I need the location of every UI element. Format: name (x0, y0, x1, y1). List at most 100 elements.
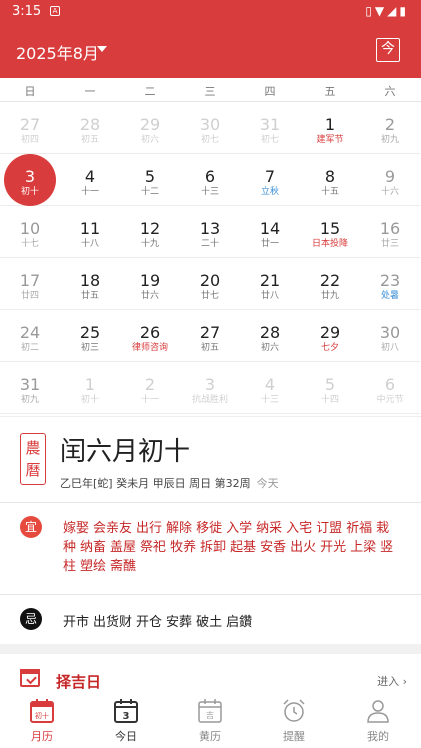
calendar-day-cell[interactable]: 16 廿三 (360, 206, 420, 258)
calendar-day-cell[interactable]: 14 廿一 (240, 206, 300, 258)
calendar-day-cell[interactable]: 20 廿七 (180, 258, 240, 310)
calendar-day-cell[interactable]: 27 初五 (180, 310, 240, 362)
calendar-day-cell[interactable]: 17 廿四 (0, 258, 60, 310)
yi-item: 开光 (320, 540, 347, 555)
lunar-day-label: 初七 (200, 135, 219, 145)
calendar-day-cell[interactable]: 7 立秋 (240, 154, 300, 206)
day-number: 8 (324, 167, 336, 186)
calendar-day-cell[interactable]: 5 十四 (300, 362, 360, 414)
lunar-day-label: 二十 (200, 239, 219, 249)
calendar-day-cell[interactable]: 10 十七 (0, 206, 60, 258)
status-bar: 3:15 A ▯▼◢▮ (0, 0, 421, 24)
festival-label: 处暑 (380, 291, 399, 301)
day-number: 30 (379, 323, 401, 342)
day-number: 9 (384, 167, 396, 186)
calendar-day-cell[interactable]: 3 抗战胜利 (180, 362, 240, 414)
day-number: 23 (379, 271, 401, 290)
tab-today[interactable]: 3 今日 (84, 694, 168, 748)
calendar-day-cell[interactable]: 25 初三 (60, 310, 120, 362)
calendar-day-cell[interactable]: 28 初五 (60, 102, 120, 154)
tab-label: 提醒 (283, 730, 305, 743)
calendar-day-cell-selected[interactable]: 3 初十 (0, 154, 60, 206)
yi-item: 牧养 (170, 540, 197, 555)
day-number: 13 (199, 219, 221, 238)
calendar-day-cell[interactable]: 13 二十 (180, 206, 240, 258)
lunar-day-label: 初三 (80, 343, 99, 353)
calendar-day-cell[interactable]: 1 建军节 (300, 102, 360, 154)
calendar-day-cell[interactable]: 12 十九 (120, 206, 180, 258)
calendar-grid: 27 初四 28 初五 29 初六 30 初七 31 初七 1 建军节 2 初九 3 初十 4 十一 5 十二 6 十三 7… (0, 102, 421, 416)
yi-badge-icon: 宜 (20, 516, 42, 538)
calendar-day-cell[interactable]: 6 十三 (180, 154, 240, 206)
day-number: 17 (19, 271, 41, 290)
calendar-day-cell[interactable]: 6 中元节 (360, 362, 420, 414)
calendar-day-cell[interactable]: 5 十二 (120, 154, 180, 206)
lunar-day-label: 廿六 (140, 291, 159, 301)
calendar-day-cell[interactable]: 30 初七 (180, 102, 240, 154)
yi-item: 出行 (136, 521, 163, 536)
month-dropdown-icon[interactable] (97, 46, 107, 52)
calendar-day-cell[interactable]: 22 廿九 (300, 258, 360, 310)
calendar-day-cell[interactable]: 29 初六 (120, 102, 180, 154)
calendar-day-cell[interactable]: 4 十三 (240, 362, 300, 414)
lunar-day-label: 廿九 (320, 291, 339, 301)
auspicious-day-entry[interactable]: 择吉日 进入 › (0, 654, 421, 694)
calendar-day-cell[interactable]: 4 十一 (60, 154, 120, 206)
tab-almanac[interactable]: 吉 黄历 (168, 694, 252, 748)
festival-label: 立秋 (260, 187, 279, 197)
almanac-icon: 吉 (198, 699, 222, 723)
lunar-seal-icon: 農曆 (20, 433, 46, 485)
calendar-day-cell[interactable]: 18 廿五 (60, 258, 120, 310)
day-number: 2 (144, 375, 156, 394)
calendar-day-cell[interactable]: 1 初十 (60, 362, 120, 414)
lunar-day-label: 初六 (140, 135, 159, 145)
yi-item: 移徙 (196, 521, 223, 536)
day-number: 21 (259, 271, 281, 290)
calendar-day-cell[interactable]: 26 律师咨询 (120, 310, 180, 362)
calendar-day-cell[interactable]: 8 十五 (300, 154, 360, 206)
calendar-day-cell[interactable]: 2 初九 (360, 102, 420, 154)
ji-item: 开仓 (136, 615, 163, 630)
status-time: 3:15 (12, 4, 42, 19)
day-number: 7 (264, 167, 276, 186)
calendar-day-cell[interactable]: 15 日本投降 (300, 206, 360, 258)
yi-item: 祭祀 (140, 540, 167, 555)
calendar-day-cell[interactable]: 31 初九 (0, 362, 60, 414)
today-label: 今天 (256, 477, 279, 490)
calendar-day-cell[interactable]: 27 初四 (0, 102, 60, 154)
calendar-day-cell[interactable]: 2 十一 (120, 362, 180, 414)
calendar-day-cell[interactable]: 30 初八 (360, 310, 420, 362)
calendar-day-cell[interactable]: 28 初六 (240, 310, 300, 362)
yi-item: 盖屋 (110, 540, 137, 555)
calendar-day-cell[interactable]: 11 十八 (60, 206, 120, 258)
yi-item: 解除 (166, 521, 193, 536)
calendar-day-cell[interactable]: 23 处暑 (360, 258, 420, 310)
festival-label: 七夕 (320, 343, 339, 353)
calendar-day-cell[interactable]: 21 廿八 (240, 258, 300, 310)
weekday-label: 五 (324, 85, 336, 98)
calendar-day-cell[interactable]: 31 初七 (240, 102, 300, 154)
alarm-clock-icon (283, 699, 305, 722)
month-title[interactable]: 2025年8月 (16, 40, 99, 64)
calendar-day-cell[interactable]: 29 七夕 (300, 310, 360, 362)
today-button[interactable]: 今 (376, 38, 400, 62)
calendar-day-cell[interactable]: 24 初二 (0, 310, 60, 362)
lunar-day-label: 十四 (320, 395, 339, 405)
tab-profile[interactable]: 我的 (336, 694, 420, 748)
lunar-day-label: 初五 (200, 343, 219, 353)
yi-item: 出火 (290, 540, 317, 555)
lunar-day-label: 十二 (140, 187, 159, 197)
zeji-title: 择吉日 (56, 673, 102, 691)
tab-reminder[interactable]: 提醒 (252, 694, 336, 748)
zeji-enter-link[interactable]: 进入 › (377, 673, 407, 689)
lunar-day-label: 初二 (20, 343, 39, 353)
lunar-day-label: 中元节 (376, 395, 404, 405)
calendar-day-cell[interactable]: 19 廿六 (120, 258, 180, 310)
ji-section[interactable]: 忌 开市 出货财 开仓 安葬 破土 启鑽 (0, 594, 421, 644)
lunar-day-label: 十八 (80, 239, 99, 249)
ji-item: 启鑽 (226, 615, 253, 630)
yi-section[interactable]: 宜 嫁娶 会亲友 出行 解除 移徙 入学 纳采 入宅 订盟 祈福 栽种 纳畜 盖屋 祭祀 牧养 拆卸 起基 安香出… (0, 502, 421, 594)
ji-list: 开市 出货财 开仓 安葬 破土 启鑽 (63, 611, 256, 630)
tab-month-calendar[interactable]: 初十 月历 (0, 694, 84, 748)
calendar-day-cell[interactable]: 9 十六 (360, 154, 420, 206)
